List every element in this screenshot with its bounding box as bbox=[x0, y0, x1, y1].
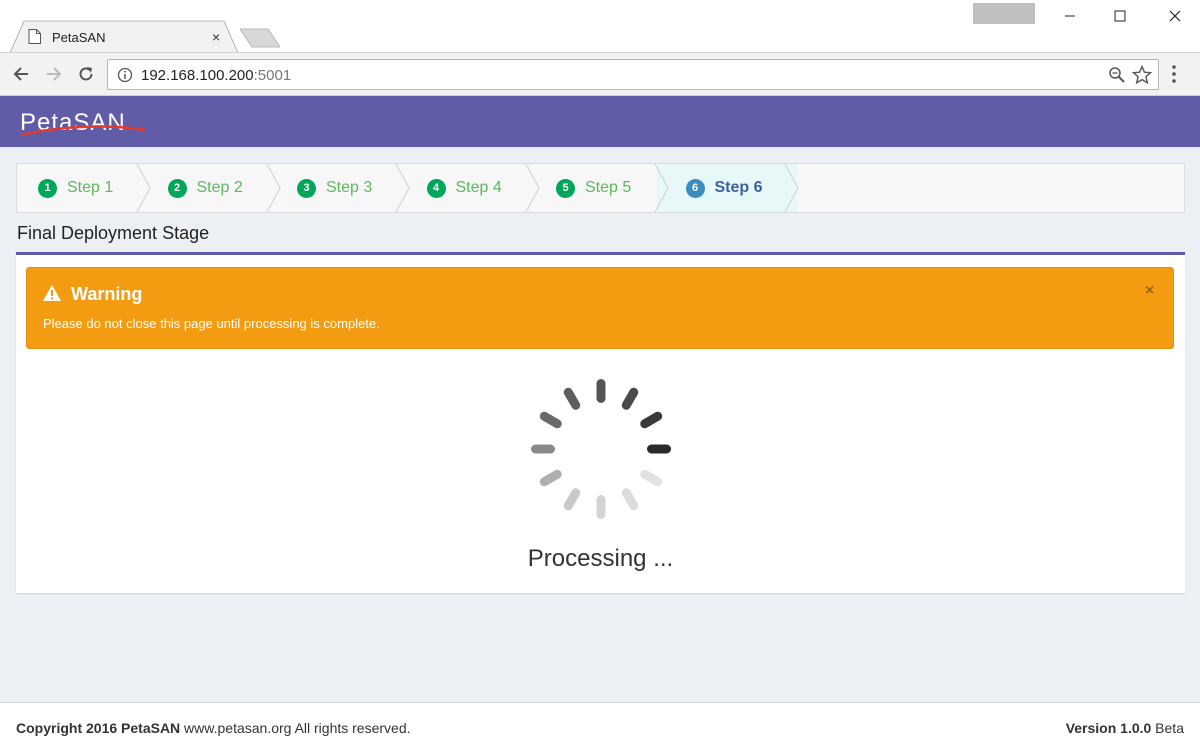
address-bar[interactable]: 192.168.100.200:5001 bbox=[107, 59, 1159, 90]
step-separator-chevron bbox=[266, 164, 281, 212]
spinner-bar bbox=[563, 488, 581, 511]
maximize-button[interactable] bbox=[1097, 0, 1143, 32]
spinner-bar bbox=[621, 488, 639, 511]
step-4[interactable]: 4 Step 4 bbox=[426, 164, 502, 212]
version-rest: Beta bbox=[1151, 720, 1184, 736]
minimize-icon bbox=[1065, 15, 1075, 17]
step-separator-chevron bbox=[525, 164, 540, 212]
step-label: Step 2 bbox=[196, 179, 243, 196]
footer: Copyright 2016 PetaSAN www.petasan.org A… bbox=[0, 702, 1200, 750]
bookmark-star-icon[interactable] bbox=[1132, 65, 1152, 85]
copyright-bold: Copyright 2016 PetaSAN bbox=[16, 720, 181, 736]
step-5[interactable]: 5 Step 5 bbox=[556, 164, 631, 212]
step-label: Step 1 bbox=[67, 179, 114, 196]
tab-close-icon[interactable]: × bbox=[212, 29, 220, 45]
browser-menu-icon[interactable] bbox=[1170, 64, 1178, 84]
petasan-logo[interactable]: PetaSAN bbox=[19, 106, 154, 140]
step-number-badge: 1 bbox=[38, 178, 57, 198]
spinner-bar bbox=[621, 387, 639, 410]
step-separator-chevron bbox=[654, 164, 669, 212]
reload-button[interactable] bbox=[74, 62, 98, 86]
step-label: Step 4 bbox=[455, 179, 502, 196]
copyright-rest: www.petasan.org All rights reserved. bbox=[180, 720, 411, 736]
alert-close-icon[interactable]: × bbox=[1145, 282, 1154, 300]
step-separator-chevron bbox=[136, 164, 151, 212]
url-text: 192.168.100.200:5001 bbox=[141, 67, 291, 84]
step-label: Step 3 bbox=[326, 179, 373, 196]
reload-icon bbox=[79, 67, 93, 81]
info-icon[interactable] bbox=[117, 67, 133, 83]
app-header: PetaSAN bbox=[0, 96, 1200, 147]
maximize-icon bbox=[1114, 10, 1126, 22]
spinner-bar bbox=[640, 411, 663, 429]
version-bold: Version 1.0.0 bbox=[1065, 720, 1152, 736]
alert-title: Warning bbox=[71, 284, 143, 304]
close-window-button[interactable] bbox=[1152, 0, 1198, 32]
spinner-bar bbox=[640, 469, 663, 487]
browser-tab[interactable]: PetaSAN × bbox=[10, 20, 238, 53]
loading-spinner-icon bbox=[531, 379, 671, 519]
page-icon bbox=[28, 29, 41, 44]
version-text: Version 1.0.0 Beta bbox=[1066, 720, 1184, 736]
new-tab-button[interactable] bbox=[240, 27, 280, 48]
step-number-badge: 3 bbox=[297, 178, 316, 198]
spinner-bar bbox=[647, 444, 671, 454]
alert-message: Please do not close this page until proc… bbox=[43, 316, 380, 331]
step-label: Step 5 bbox=[585, 179, 632, 196]
spinner-bar bbox=[563, 387, 581, 410]
spinner-bar bbox=[596, 379, 606, 403]
copyright-text: Copyright 2016 PetaSAN www.petasan.org A… bbox=[16, 720, 411, 736]
forward-button[interactable] bbox=[42, 62, 66, 86]
browser-tab-strip: PetaSAN × bbox=[0, 0, 1200, 53]
step-separator-chevron bbox=[395, 164, 410, 212]
spinner-bar bbox=[531, 444, 555, 454]
zoom-icon[interactable] bbox=[1108, 66, 1126, 84]
spinner-bar bbox=[539, 411, 562, 429]
back-button[interactable] bbox=[9, 62, 33, 86]
spinner-bar bbox=[539, 469, 562, 487]
close-icon bbox=[1169, 10, 1181, 22]
step-2[interactable]: 2 Step 2 bbox=[167, 164, 243, 212]
step-wizard: 1 Step 1 2 Step 2 3 Step 3 4 Step 4 5 Step 5 6 Step… bbox=[16, 163, 1185, 213]
tab-title: PetaSAN bbox=[52, 30, 106, 45]
step-6[interactable]: 6 Step 6 bbox=[685, 164, 763, 212]
step-3[interactable]: 3 Step 3 bbox=[297, 164, 372, 212]
url-host: 192.168.100.200 bbox=[141, 67, 254, 84]
forward-arrow-icon bbox=[47, 67, 62, 81]
step-1[interactable]: 1 Step 1 bbox=[38, 164, 113, 212]
spinner-bar bbox=[596, 495, 606, 519]
step-separator-chevron bbox=[784, 164, 799, 212]
step-number-badge: 4 bbox=[426, 178, 446, 198]
page-title: Final Deployment Stage bbox=[17, 223, 210, 243]
back-arrow-icon bbox=[13, 67, 28, 81]
minimize-button[interactable] bbox=[1047, 0, 1093, 32]
warning-alert: Warning Please do not close this page un… bbox=[26, 267, 1174, 349]
tab-shape bbox=[10, 20, 238, 53]
window-title-placeholder bbox=[973, 3, 1035, 24]
step-number-badge: 6 bbox=[685, 178, 705, 198]
url-port: :5001 bbox=[253, 67, 292, 84]
warning-icon bbox=[43, 285, 61, 301]
processing-text: Processing ... bbox=[527, 545, 674, 572]
browser-toolbar: 192.168.100.200:5001 bbox=[0, 52, 1200, 96]
step-label: Step 6 bbox=[714, 179, 763, 196]
content-box: Warning Please do not close this page un… bbox=[16, 252, 1185, 593]
step-number-badge: 2 bbox=[167, 178, 187, 198]
step-number-badge: 5 bbox=[556, 178, 575, 198]
